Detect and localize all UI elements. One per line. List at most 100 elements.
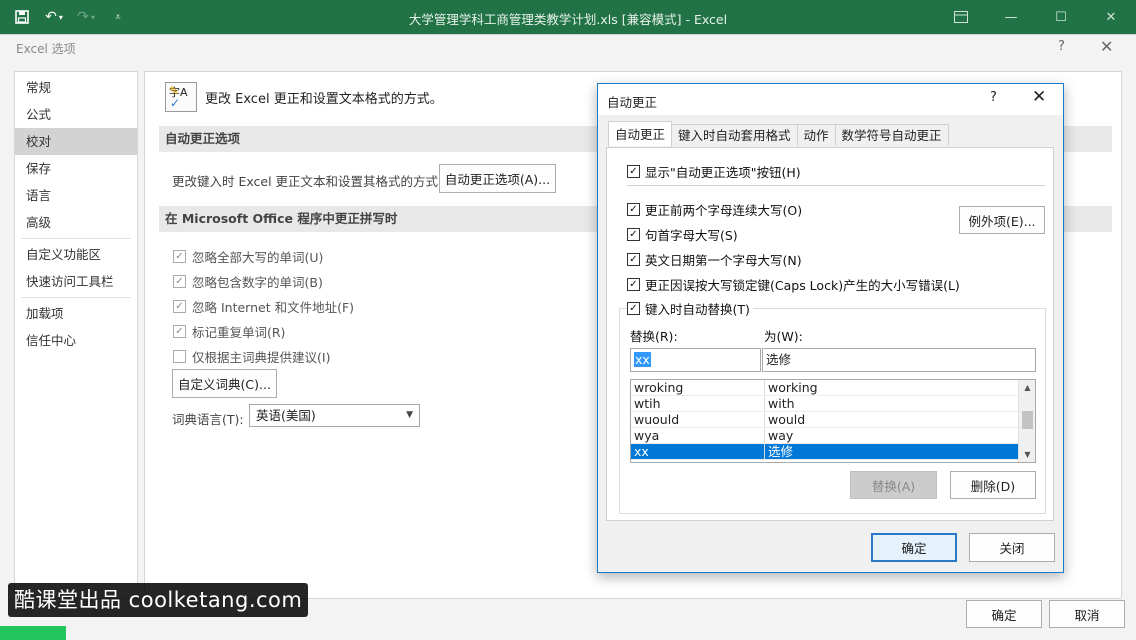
list-item[interactable]: wuould would	[631, 412, 1035, 428]
scroll-down-icon[interactable]: ▼	[1019, 447, 1035, 462]
list-item-with: 选修	[768, 444, 794, 459]
main-dict-only-label: 仅根据主词典提供建议(I)	[192, 350, 331, 365]
replacement-list[interactable]: wroking working wtih with wuould would wya w…	[630, 379, 1036, 463]
show-buttons-checkbox[interactable]: ✓	[627, 165, 640, 178]
proofing-abc-icon: 字A ✓ ✎	[165, 82, 197, 112]
options-dialog-title: Excel 选项	[16, 42, 76, 56]
capitalize-days-checkbox[interactable]: ✓	[627, 253, 640, 266]
list-item-selected[interactable]: xx 选修	[631, 444, 1035, 460]
flag-repeated-checkbox[interactable]: ✓	[173, 325, 186, 338]
nav-item-add-ins[interactable]: 加载项	[15, 300, 137, 327]
list-item-replace: wroking	[631, 380, 765, 395]
with-label: 为(W):	[764, 329, 803, 344]
nav-item-proofing[interactable]: 校对	[15, 128, 137, 155]
replace-as-you-type-checkbox[interactable]: ✓	[627, 302, 640, 315]
help-icon[interactable]: ?	[1058, 39, 1065, 54]
autocorrect-ok-button[interactable]: 确定	[871, 533, 957, 562]
divider	[627, 185, 1045, 186]
tab-math-autocorrect[interactable]: 数学符号自动更正	[834, 124, 949, 146]
chevron-down-icon: ▼	[406, 410, 413, 420]
nav-divider	[21, 238, 131, 239]
ignore-uppercase-option[interactable]: ✓ 忽略全部大写的单词(U)	[173, 247, 323, 266]
exceptions-button[interactable]: 例外项(E)...	[959, 206, 1045, 234]
nav-item-quick-access-toolbar[interactable]: 快速访问工具栏	[15, 268, 137, 295]
capitalize-sentences-checkbox[interactable]: ✓	[627, 228, 640, 241]
title-bar: ↶ ▾ ↷ ▾ ⩡ 大学管理学科工商管理类教学计划.xls [兼容模式] - Exc…	[0, 0, 1136, 34]
list-scrollbar[interactable]: ▲ ▼	[1018, 380, 1035, 462]
flag-repeated-option[interactable]: ✓ 标记重复单词(R)	[173, 322, 285, 341]
autocorrect-titlebar: 自动更正 ? ✕	[598, 84, 1063, 115]
nav-item-customize-ribbon[interactable]: 自定义功能区	[15, 241, 137, 268]
replace-as-you-type-option[interactable]: ✓ 键入时自动替换(T)	[627, 299, 753, 318]
flag-repeated-label: 标记重复单词(R)	[192, 325, 286, 340]
ignore-internet-option[interactable]: ✓ 忽略 Internet 和文件地址(F)	[173, 297, 354, 316]
nav-item-trust-center[interactable]: 信任中心	[15, 327, 137, 354]
capitalize-sentences-option[interactable]: ✓ 句首字母大写(S)	[627, 225, 738, 244]
list-item-replace: wuould	[631, 412, 765, 427]
autocorrect-dialog: 自动更正 ? ✕ 自动更正 键入时自动套用格式 动作 数学符号自动更正 ✓ 显示…	[597, 83, 1064, 573]
status-indicator	[0, 626, 66, 640]
list-item-replace: wtih	[631, 396, 765, 411]
ignore-numbers-option[interactable]: ✓ 忽略包含数字的单词(B)	[173, 272, 323, 291]
scroll-thumb[interactable]	[1022, 411, 1033, 429]
replace-input[interactable]: xx	[630, 348, 761, 372]
replace-input-value: xx	[634, 352, 651, 367]
two-initial-caps-option[interactable]: ✓ 更正前两个字母连续大写(O)	[627, 200, 802, 219]
close-icon[interactable]: ✕	[1032, 87, 1046, 107]
autocorrect-close-button[interactable]: 关闭	[969, 533, 1055, 562]
options-ok-button[interactable]: 确定	[966, 600, 1042, 628]
nav-item-save[interactable]: 保存	[15, 155, 137, 182]
autocorrect-tabs: 自动更正 键入时自动套用格式 动作 数学符号自动更正	[608, 121, 949, 146]
show-buttons-option[interactable]: ✓ 显示"自动更正选项"按钮(H)	[627, 162, 801, 181]
show-buttons-label: 显示"自动更正选项"按钮(H)	[645, 165, 801, 180]
two-initial-caps-label: 更正前两个字母连续大写(O)	[645, 203, 803, 218]
main-dict-only-checkbox[interactable]	[173, 350, 186, 363]
window-controls: — ☐ ✕	[936, 0, 1136, 34]
list-item-with: would	[768, 412, 806, 427]
ignore-internet-checkbox[interactable]: ✓	[173, 300, 186, 313]
list-item-replace: wya	[631, 428, 765, 443]
replace-group: 替换(R): 为(W): xx 选修 wroking working wtih wi…	[619, 308, 1046, 514]
help-icon[interactable]: ?	[990, 90, 997, 105]
autocorrect-title: 自动更正	[607, 95, 658, 110]
dict-lang-value: 英语(美国)	[256, 408, 316, 423]
caps-lock-checkbox[interactable]: ✓	[627, 278, 640, 291]
capitalize-days-label: 英文日期第一个字母大写(N)	[645, 253, 802, 268]
delete-button[interactable]: 删除(D)	[950, 471, 1036, 499]
capitalize-sentences-label: 句首字母大写(S)	[645, 228, 738, 243]
nav-item-language[interactable]: 语言	[15, 182, 137, 209]
tab-autocorrect[interactable]: 自动更正	[608, 121, 673, 146]
replace-button[interactable]: 替换(A)	[850, 471, 937, 499]
maximize-button[interactable]: ☐	[1036, 0, 1086, 34]
list-item[interactable]: wroking working	[631, 380, 1035, 396]
two-initial-caps-checkbox[interactable]: ✓	[627, 203, 640, 216]
with-input[interactable]: 选修	[762, 348, 1036, 372]
scroll-up-icon[interactable]: ▲	[1019, 380, 1035, 395]
ignore-numbers-checkbox[interactable]: ✓	[173, 275, 186, 288]
list-item[interactable]: wya way	[631, 428, 1035, 444]
list-item-with: with	[768, 396, 795, 411]
panel-header-text: 更改 Excel 更正和设置文本格式的方式。	[205, 91, 443, 107]
minimize-button[interactable]: —	[986, 0, 1036, 34]
nav-item-formulas[interactable]: 公式	[15, 101, 137, 128]
custom-dictionaries-button[interactable]: 自定义词典(C)...	[172, 369, 277, 398]
dict-lang-select[interactable]: 英语(美国) ▼	[249, 404, 420, 427]
nav-item-general[interactable]: 常规	[15, 74, 137, 101]
main-dict-only-option[interactable]: 仅根据主词典提供建议(I)	[173, 347, 330, 366]
nav-item-advanced[interactable]: 高级	[15, 209, 137, 236]
list-item[interactable]: wtih with	[631, 396, 1035, 412]
caps-lock-label: 更正因误按大写锁定键(Caps Lock)产生的大小写错误(L)	[645, 278, 960, 293]
ribbon-display-icon[interactable]	[936, 0, 986, 34]
options-cancel-button[interactable]: 取消	[1049, 600, 1125, 628]
autocorrect-options-button[interactable]: 自动更正选项(A)...	[439, 164, 556, 193]
tab-autoformat-as-you-type[interactable]: 键入时自动套用格式	[671, 124, 798, 146]
autocorrect-tab-panel: ✓ 显示"自动更正选项"按钮(H) ✓ 更正前两个字母连续大写(O) 例外项(E…	[606, 147, 1054, 521]
replace-as-you-type-label: 键入时自动替换(T)	[645, 302, 750, 317]
ignore-internet-label: 忽略 Internet 和文件地址(F)	[192, 300, 355, 315]
close-window-button[interactable]: ✕	[1086, 0, 1136, 34]
close-icon[interactable]: ✕	[1100, 37, 1113, 56]
capitalize-days-option[interactable]: ✓ 英文日期第一个字母大写(N)	[627, 250, 802, 269]
caps-lock-option[interactable]: ✓ 更正因误按大写锁定键(Caps Lock)产生的大小写错误(L)	[627, 275, 960, 294]
tab-actions[interactable]: 动作	[796, 124, 836, 146]
ignore-uppercase-checkbox[interactable]: ✓	[173, 250, 186, 263]
